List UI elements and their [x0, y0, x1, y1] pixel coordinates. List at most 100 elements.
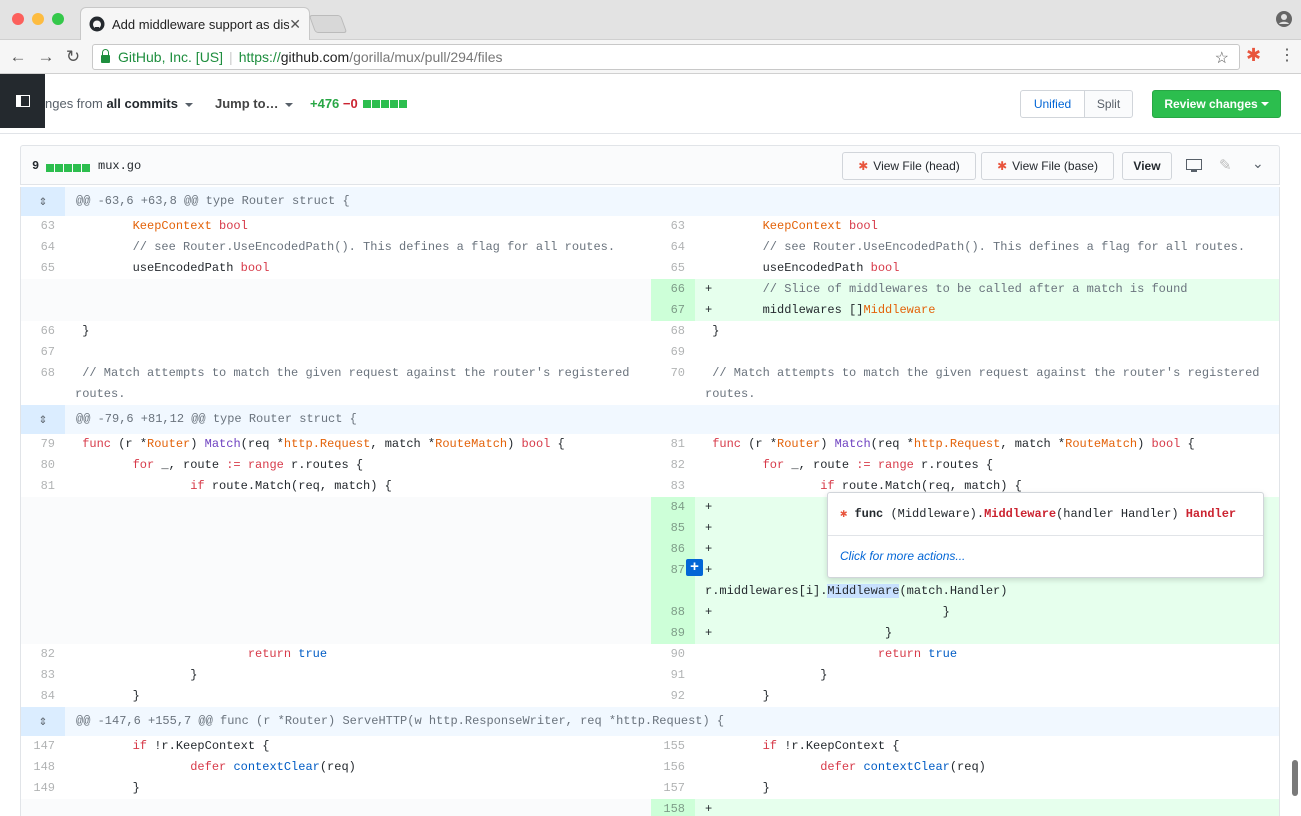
close-window-button[interactable] — [12, 13, 24, 25]
close-tab-icon[interactable]: ✕ — [289, 16, 301, 33]
back-icon[interactable]: ← — [8, 47, 28, 67]
expand-icon[interactable]: ⇕ — [21, 707, 65, 736]
line-number[interactable]: 155 — [651, 736, 695, 757]
line-number[interactable]: 81 — [651, 434, 695, 455]
code-line: // Match attempts to match the given req… — [705, 366, 1260, 401]
sidebar-toggle-button[interactable] — [0, 74, 45, 128]
line-number[interactable]: 70 — [651, 363, 695, 405]
line-number[interactable]: 79 — [21, 434, 65, 455]
minimize-window-button[interactable] — [32, 13, 44, 25]
line-number[interactable]: 84 — [21, 686, 65, 707]
table-row: 68 // Match attempts to match the given … — [21, 363, 1279, 405]
code-line: if route.Match(req, match) { — [190, 479, 392, 493]
expand-icon[interactable]: ⇕ — [21, 405, 65, 434]
line-number[interactable]: 92 — [651, 686, 695, 707]
file-diffstat-bar — [46, 160, 91, 175]
url-bar[interactable]: GitHub, Inc. [US] | https:// github.com … — [92, 44, 1240, 70]
maximize-window-button[interactable] — [52, 13, 64, 25]
popup-return-type: Handler — [1185, 507, 1237, 521]
line-number[interactable]: 64 — [21, 237, 65, 258]
line-number[interactable]: 156 — [651, 757, 695, 778]
jump-to-dropdown[interactable]: Jump to… — [215, 96, 294, 111]
line-number[interactable]: 82 — [21, 644, 65, 665]
code-line: } — [75, 781, 140, 795]
line-number[interactable]: 68 — [21, 363, 65, 405]
code-line: + } — [705, 605, 950, 619]
browser-tab[interactable]: Add middleware support as dis ✕ — [80, 7, 310, 40]
extension-icon: ✱ — [858, 159, 869, 173]
lock-icon — [101, 49, 110, 63]
line-number[interactable]: 148 — [21, 757, 65, 778]
expand-icon[interactable]: ⇕ — [21, 187, 65, 216]
forward-icon[interactable]: → — [36, 47, 56, 67]
line-number[interactable]: 147 — [21, 736, 65, 757]
add-comment-button[interactable]: + — [686, 559, 703, 576]
code-line: func (r *Router) Match(req *http.Request… — [82, 437, 565, 451]
line-number[interactable]: 66 — [651, 279, 695, 300]
changes-scope: all commits — [106, 96, 178, 111]
unified-view-button[interactable]: Unified — [1020, 90, 1085, 118]
line-number[interactable]: 157 — [651, 778, 695, 799]
view-file-base-button[interactable]: ✱ View File (base) — [981, 152, 1114, 180]
file-name[interactable]: mux.go — [98, 159, 141, 173]
line-number[interactable]: 65 — [21, 258, 65, 279]
changes-from-dropdown[interactable]: nges from all commits — [45, 96, 193, 111]
menu-icon[interactable]: ⋮ — [1279, 45, 1295, 65]
reload-icon[interactable]: ↻ — [63, 47, 83, 67]
line-number[interactable]: 68 — [651, 321, 695, 342]
line-number[interactable]: 64 — [651, 237, 695, 258]
line-number[interactable]: 158 — [651, 799, 695, 816]
scrollbar-thumb[interactable] — [1292, 760, 1298, 796]
line-number[interactable]: 65 — [651, 258, 695, 279]
deletions-count: −0 — [342, 96, 358, 111]
file-change-count: 9 — [32, 159, 40, 173]
line-number[interactable]: 80 — [21, 455, 65, 476]
line-number[interactable]: 81 — [21, 476, 65, 497]
chevron-down-icon[interactable]: ⌄ — [1252, 155, 1264, 172]
hunk-text: @@ -63,6 +63,8 @@ type Router struct { — [76, 194, 350, 208]
chevron-down-icon — [285, 102, 294, 107]
line-number[interactable]: 84 — [651, 497, 695, 518]
line-number[interactable]: 88 — [651, 602, 695, 623]
line-number[interactable]: 86 — [651, 539, 695, 560]
code-line: KeepContext bool — [132, 219, 248, 233]
line-number[interactable]: 83 — [21, 665, 65, 686]
pencil-icon[interactable]: ✎ — [1219, 156, 1232, 174]
line-number[interactable]: 90 — [651, 644, 695, 665]
code-line: for _, route := range r.routes { — [762, 458, 994, 472]
split-view-button[interactable]: Split — [1084, 90, 1133, 118]
line-number[interactable]: 91 — [651, 665, 695, 686]
symbol-signature[interactable]: ✱ func (Middleware).Middleware(handler H… — [840, 506, 1236, 521]
desktop-icon[interactable] — [1186, 159, 1202, 173]
line-number[interactable]: 149 — [21, 778, 65, 799]
code-line: } — [705, 324, 720, 338]
line-number[interactable]: 83 — [651, 476, 695, 497]
line-number[interactable]: 67 — [21, 342, 65, 363]
additions-count: +476 — [310, 96, 340, 111]
line-number[interactable]: 89 — [651, 623, 695, 644]
view-file-head-button[interactable]: ✱ View File (head) — [842, 152, 976, 180]
code-line: return true — [877, 647, 958, 661]
bookmark-star-icon[interactable]: ☆ — [1215, 48, 1229, 68]
diffstat: +476 −0 — [310, 96, 408, 111]
line-number[interactable]: 66 — [21, 321, 65, 342]
browser-tab-strip: Add middleware support as dis ✕ — [0, 0, 1301, 40]
code-line: KeepContext bool — [762, 219, 878, 233]
line-number[interactable]: 63 — [21, 216, 65, 237]
extension-icon[interactable]: ✱ — [1246, 45, 1261, 66]
address-toolbar: ← → ↻ GitHub, Inc. [US] | https:// githu… — [0, 40, 1301, 74]
profile-icon[interactable] — [1276, 11, 1292, 27]
chevron-down-icon — [184, 102, 193, 107]
view-file-button[interactable]: View — [1122, 152, 1172, 180]
new-tab-button[interactable] — [308, 15, 348, 33]
line-number[interactable]: 63 — [651, 216, 695, 237]
line-number[interactable]: 67 — [651, 300, 695, 321]
review-changes-button[interactable]: Review changes — [1152, 90, 1281, 118]
symbol-hover-popup: ✱ func (Middleware).Middleware(handler H… — [827, 492, 1264, 578]
more-actions-link[interactable]: Click for more actions... — [840, 549, 965, 563]
line-number[interactable]: 85 — [651, 518, 695, 539]
popup-params: (handler Handler) — [1056, 507, 1179, 521]
line-number[interactable]: 69 — [651, 342, 695, 363]
line-number[interactable]: 82 — [651, 455, 695, 476]
